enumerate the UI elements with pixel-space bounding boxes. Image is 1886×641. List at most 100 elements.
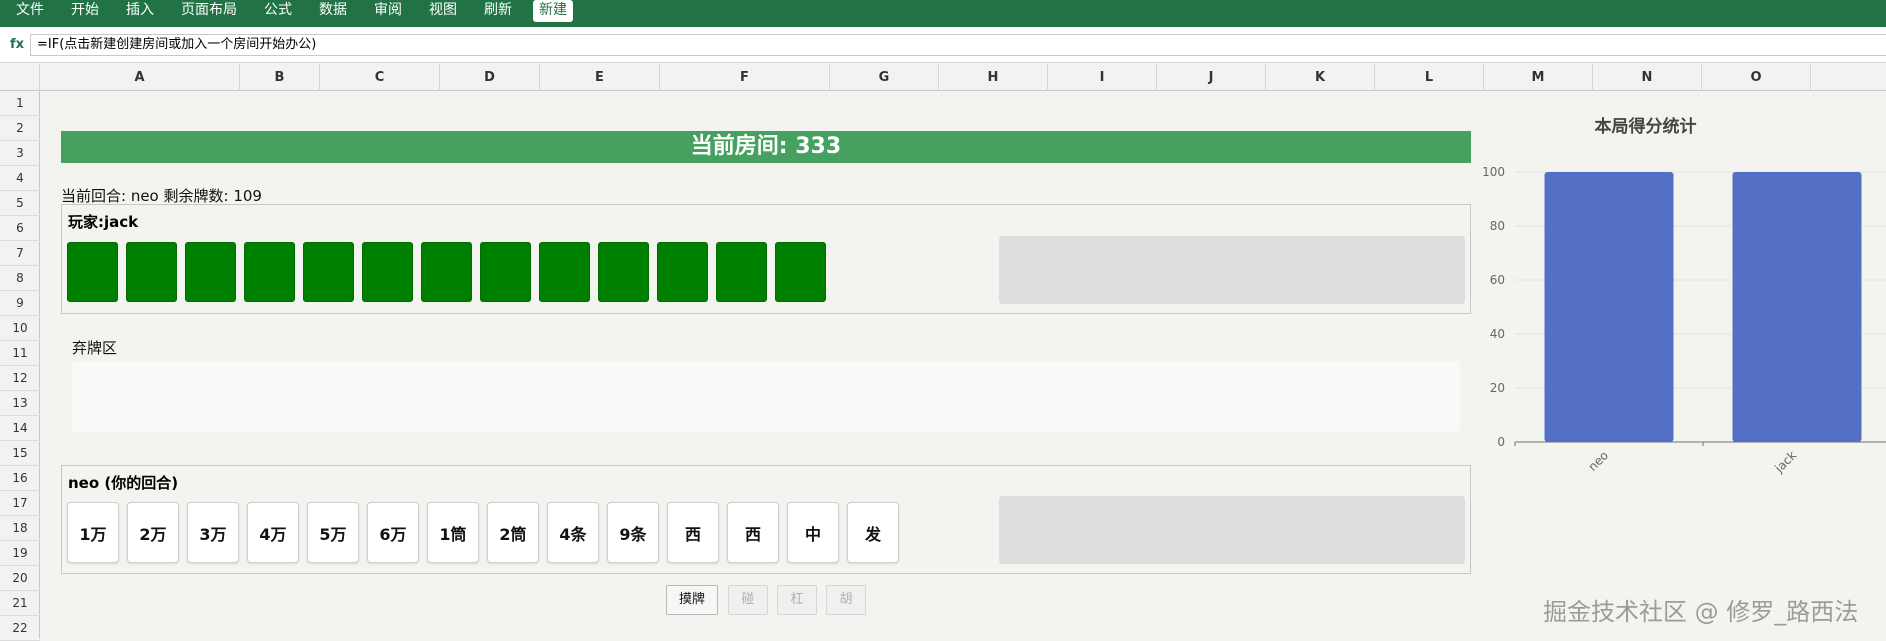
menu-file[interactable]: 文件: [16, 0, 44, 22]
row-11[interactable]: 11: [0, 341, 40, 366]
row-15[interactable]: 15: [0, 441, 40, 466]
y-tick-label: 40: [1490, 327, 1505, 341]
hidden-tile: [775, 242, 826, 302]
y-tick-label: 80: [1490, 219, 1505, 233]
x-tick-label: neo: [1585, 448, 1611, 474]
draw-tile-button[interactable]: 摸牌: [666, 585, 718, 615]
hidden-tile: [539, 242, 590, 302]
hidden-tile: [598, 242, 649, 302]
score-bar-chart: 0 20 40 60 80 100 neo jack: [1482, 165, 1886, 476]
row-8[interactable]: 8: [0, 266, 40, 291]
menu-review[interactable]: 审阅: [374, 0, 402, 22]
column-header: A B C D E F G H I J K L M N O: [0, 64, 1886, 91]
row-17[interactable]: 17: [0, 491, 40, 516]
hand-tile[interactable]: 2筒: [487, 502, 539, 563]
hidden-tile: [480, 242, 531, 302]
column-k[interactable]: K: [1266, 64, 1375, 91]
menu-page-layout[interactable]: 页面布局: [181, 0, 237, 22]
hand-tile[interactable]: 5万: [307, 502, 359, 563]
win-button[interactable]: 胡: [826, 585, 866, 615]
hand-tile[interactable]: 6万: [367, 502, 419, 563]
menu-insert[interactable]: 插入: [126, 0, 154, 22]
menu-bar: 文件 开始 插入 页面布局 公式 数据 审阅 视图 刷新 新建: [0, 0, 1886, 27]
hidden-tile: [67, 242, 118, 302]
hand-tile[interactable]: 4条: [547, 502, 599, 563]
row-4[interactable]: 4: [0, 166, 40, 191]
room-title-banner: 当前房间: 333: [61, 131, 1471, 163]
row-20[interactable]: 20: [0, 566, 40, 591]
column-o[interactable]: O: [1702, 64, 1811, 91]
y-tick-label: 20: [1490, 381, 1505, 395]
hand-tile[interactable]: 4万: [247, 502, 299, 563]
hidden-tile: [716, 242, 767, 302]
column-a[interactable]: A: [40, 64, 240, 91]
discard-area: [72, 361, 1460, 432]
row-1[interactable]: 1: [0, 91, 40, 116]
hand-tile[interactable]: 西: [727, 502, 779, 563]
row-13[interactable]: 13: [0, 391, 40, 416]
row-12[interactable]: 12: [0, 366, 40, 391]
row-16[interactable]: 16: [0, 466, 40, 491]
y-tick-label: 0: [1497, 435, 1505, 449]
select-all-corner[interactable]: [0, 64, 40, 91]
y-tick-label: 100: [1482, 165, 1505, 179]
opponent-name: 玩家:jack: [68, 213, 139, 231]
row-18[interactable]: 18: [0, 516, 40, 541]
column-i[interactable]: I: [1048, 64, 1157, 91]
column-m[interactable]: M: [1484, 64, 1593, 91]
score-chart: 本局得分统计 0 20 40 60 80 100 neo jack: [1478, 100, 1886, 500]
column-l[interactable]: L: [1375, 64, 1484, 91]
player-hand: 1万 2万 3万 4万 5万 6万 1筒 2筒 4条 9条 西 西 中 发: [67, 502, 899, 563]
watermark: 掘金技术社区 @ 修罗_路西法: [1543, 598, 1859, 626]
hidden-tile: [362, 242, 413, 302]
hand-tile[interactable]: 9条: [607, 502, 659, 563]
column-c[interactable]: C: [320, 64, 440, 91]
column-extra: [1811, 64, 1886, 91]
hand-tile[interactable]: 发: [847, 502, 899, 563]
row-9[interactable]: 9: [0, 291, 40, 316]
hidden-tile: [126, 242, 177, 302]
menu-home[interactable]: 开始: [71, 0, 99, 22]
hand-tile[interactable]: 中: [787, 502, 839, 563]
column-b[interactable]: B: [240, 64, 320, 91]
turn-status: 当前回合: neo 剩余牌数: 109: [61, 187, 262, 205]
row-3[interactable]: 3: [0, 141, 40, 166]
hand-tile[interactable]: 1万: [67, 502, 119, 563]
player-meld-area: [999, 496, 1465, 564]
formula-input[interactable]: =IF(点击新建创建房间或加入一个房间开始办公): [30, 34, 1886, 56]
row-5[interactable]: 5: [0, 191, 40, 216]
discard-label: 弃牌区: [72, 339, 118, 357]
column-f[interactable]: F: [660, 64, 830, 91]
hand-tile[interactable]: 2万: [127, 502, 179, 563]
column-d[interactable]: D: [440, 64, 540, 91]
row-19[interactable]: 19: [0, 541, 40, 566]
hidden-tile: [185, 242, 236, 302]
row-6[interactable]: 6: [0, 216, 40, 241]
hand-tile[interactable]: 西: [667, 502, 719, 563]
player-name: neo (你的回合): [68, 474, 179, 492]
row-10[interactable]: 10: [0, 316, 40, 341]
menu-formulas[interactable]: 公式: [264, 0, 292, 22]
x-tick-label: jack: [1771, 448, 1799, 476]
menu-refresh[interactable]: 刷新: [484, 0, 512, 22]
menu-view[interactable]: 视图: [429, 0, 457, 22]
menu-data[interactable]: 数据: [319, 0, 347, 22]
row-21[interactable]: 21: [0, 591, 40, 616]
pong-button[interactable]: 碰: [728, 585, 768, 615]
column-g[interactable]: G: [830, 64, 939, 91]
hand-tile[interactable]: 3万: [187, 502, 239, 563]
row-14[interactable]: 14: [0, 416, 40, 441]
column-j[interactable]: J: [1157, 64, 1266, 91]
column-h[interactable]: H: [939, 64, 1048, 91]
hidden-tile: [421, 242, 472, 302]
row-7[interactable]: 7: [0, 241, 40, 266]
hand-tile[interactable]: 1筒: [427, 502, 479, 563]
column-n[interactable]: N: [1593, 64, 1702, 91]
hidden-tile: [657, 242, 708, 302]
menu-new[interactable]: 新建: [533, 0, 573, 22]
column-e[interactable]: E: [540, 64, 660, 91]
row-2[interactable]: 2: [0, 116, 40, 141]
row-22[interactable]: 22: [0, 616, 40, 641]
kong-button[interactable]: 杠: [777, 585, 817, 615]
row-header: 1 2 3 4 5 6 7 8 9 10 11 12 13 14 15 16 1…: [0, 91, 40, 641]
